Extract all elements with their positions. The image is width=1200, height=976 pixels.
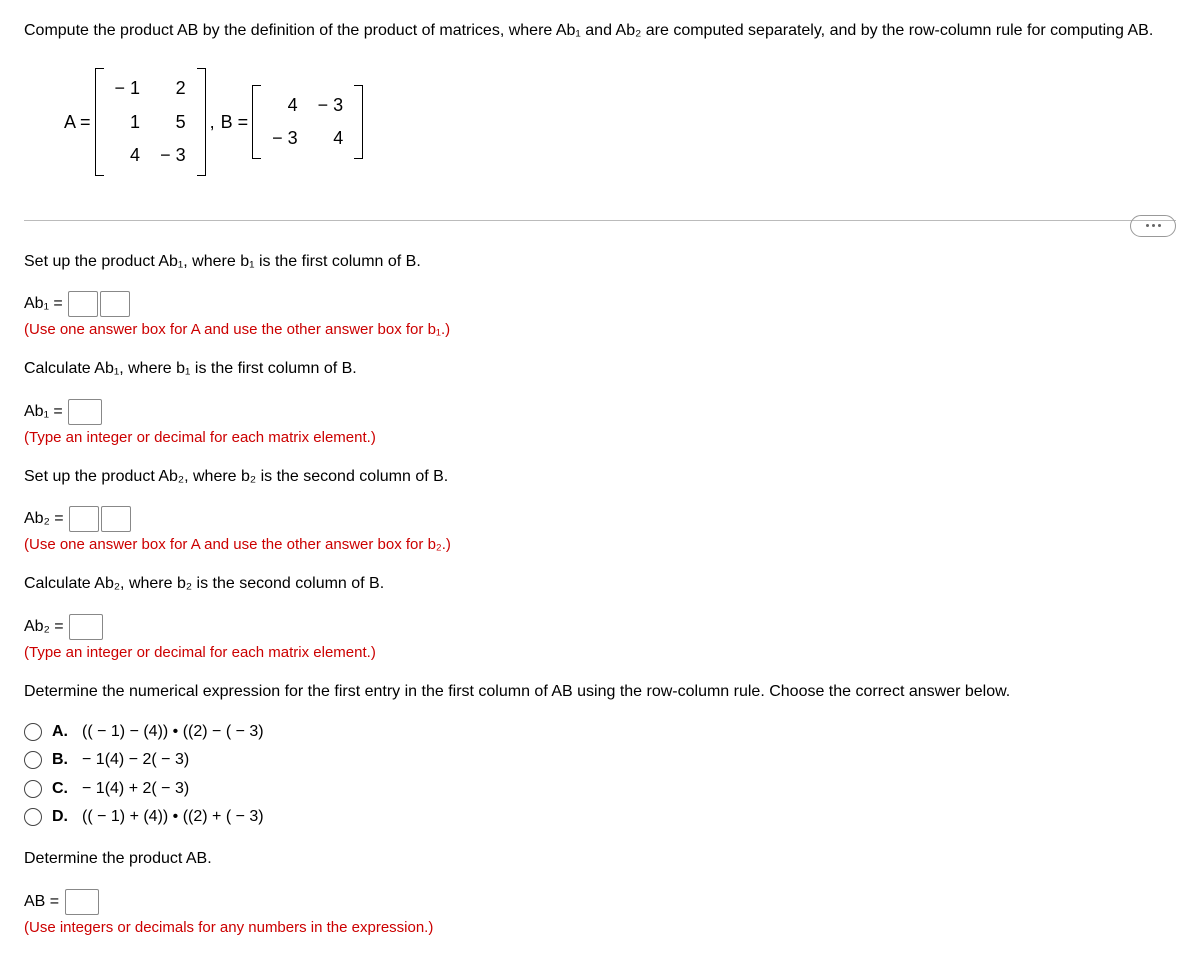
q4-lhs: Ab₂ = (24, 618, 64, 635)
matrix-B: 4− 3 − 34 (252, 85, 363, 159)
q6-lhs: AB = (24, 893, 59, 910)
q1-prompt: Set up the product Ab₁, where b₁ is the … (24, 251, 1176, 273)
choice-D[interactable]: D. (( − 1) + (4)) • ((2) + ( − 3) (24, 806, 1176, 828)
q3-prompt: Set up the product Ab₂, where b₂ is the … (24, 466, 1176, 488)
choice-B[interactable]: B. − 1(4) − 2( − 3) (24, 749, 1176, 771)
q6-hint: (Use integers or decimals for any number… (24, 917, 1176, 938)
q3-input-b2[interactable] (101, 506, 131, 532)
q4-hint: (Type an integer or decimal for each mat… (24, 642, 1176, 663)
q5-prompt: Determine the numerical expression for t… (24, 681, 1176, 703)
radio-icon (24, 780, 42, 798)
choice-label-C: C. (52, 778, 72, 800)
B-label: B = (221, 110, 249, 135)
q2-input[interactable] (68, 399, 102, 425)
choice-text-D: (( − 1) + (4)) • ((2) + ( − 3) (82, 806, 264, 828)
choice-text-C: − 1(4) + 2( − 3) (82, 778, 189, 800)
choice-A[interactable]: A. (( − 1) − (4)) • ((2) − ( − 3) (24, 721, 1176, 743)
radio-icon (24, 723, 42, 741)
choice-label-A: A. (52, 721, 72, 743)
q3-lhs: Ab₂ = (24, 510, 64, 527)
radio-icon (24, 751, 42, 769)
q6-prompt: Determine the product AB. (24, 848, 1176, 870)
choice-label-B: B. (52, 749, 72, 771)
choice-text-B: − 1(4) − 2( − 3) (82, 749, 189, 771)
q3-input-A[interactable] (69, 506, 99, 532)
q1-input-b1[interactable] (100, 291, 130, 317)
q1-lhs: Ab₁ = (24, 296, 63, 313)
choice-label-D: D. (52, 806, 72, 828)
q6-input[interactable] (65, 889, 99, 915)
choice-text-A: (( − 1) − (4)) • ((2) − ( − 3) (82, 721, 264, 743)
comma: , (210, 110, 215, 135)
given-matrices: A = − 12 15 4− 3 , B = 4− 3 − 34 (64, 68, 367, 176)
A-label: A = (64, 110, 91, 135)
q4-input[interactable] (69, 614, 103, 640)
intro-text: Compute the product AB by the definition… (24, 20, 1176, 42)
matrix-A: − 12 15 4− 3 (95, 68, 206, 176)
radio-icon (24, 808, 42, 826)
q4-prompt: Calculate Ab₂, where b₂ is the second co… (24, 573, 1176, 595)
divider (24, 220, 1176, 221)
q5-choices: A. (( − 1) − (4)) • ((2) − ( − 3) B. − 1… (24, 721, 1176, 829)
q2-hint: (Type an integer or decimal for each mat… (24, 427, 1176, 448)
q2-lhs: Ab₁ = (24, 403, 63, 420)
q2-prompt: Calculate Ab₁, where b₁ is the first col… (24, 358, 1176, 380)
q1-hint: (Use one answer box for A and use the ot… (24, 319, 1176, 340)
choice-C[interactable]: C. − 1(4) + 2( − 3) (24, 778, 1176, 800)
more-icon[interactable] (1130, 215, 1176, 237)
q3-hint: (Use one answer box for A and use the ot… (24, 534, 1176, 555)
q1-input-A[interactable] (68, 291, 98, 317)
